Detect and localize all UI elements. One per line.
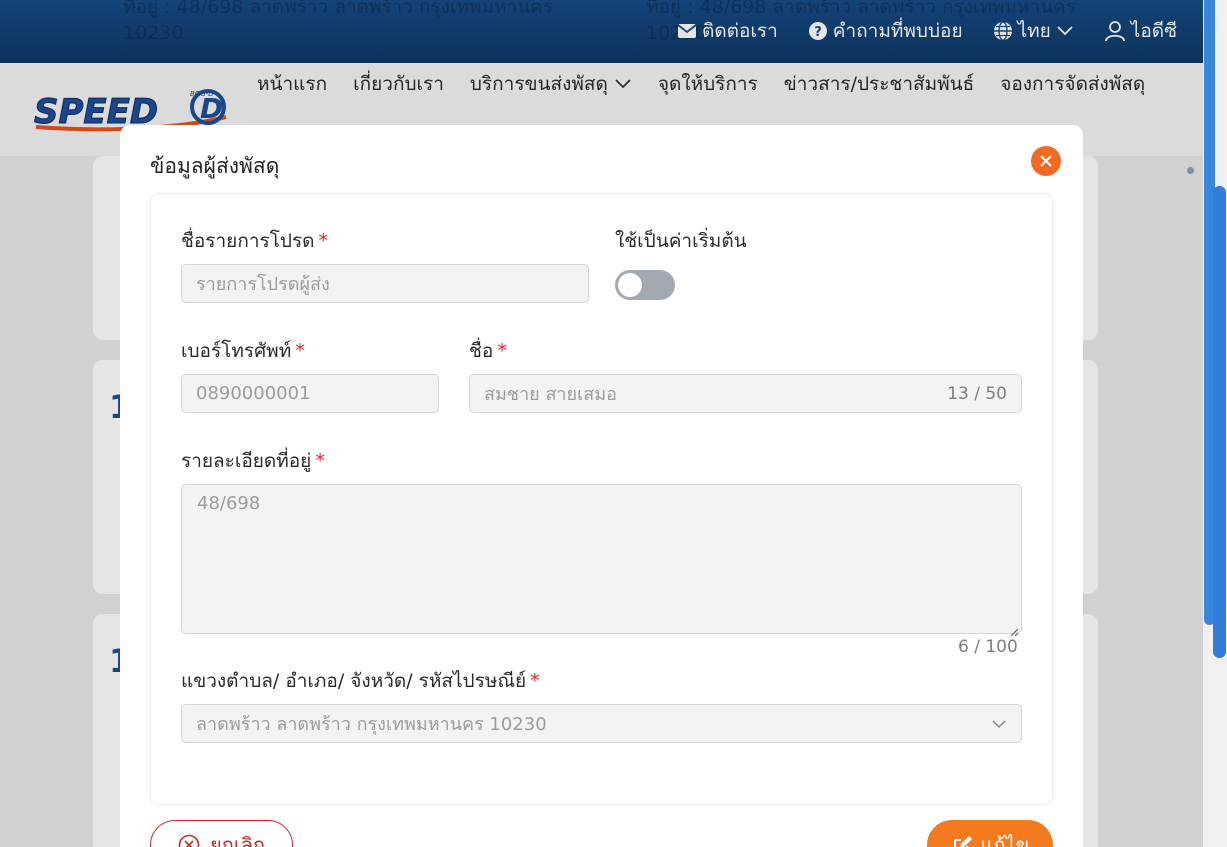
area-select[interactable]: ลาดพร้าว ลาดพร้าว กรุงเทพมหานคร 10230 [181,704,1022,743]
phone-value: 0890000001 [196,383,311,404]
page-scrollbar[interactable] [1203,0,1227,847]
close-icon [1039,154,1053,168]
address-char-counter: 6 / 100 [958,637,1018,657]
cancel-button[interactable]: ยกเลิก [150,820,293,847]
sender-form: ชื่อรายการโปรด * รายการโปรดผู้ส่ง ใช้เป็น… [150,193,1053,805]
address-value: 48/698 [197,493,261,514]
favorite-name-input[interactable]: รายการโปรดผู้ส่ง [181,264,589,303]
required-mark: * [318,230,329,252]
toggle-knob [618,273,642,297]
required-mark: * [497,340,507,362]
name-input[interactable]: สมชาย สายเสมอ 13 / 50 [469,374,1022,413]
chevron-down-icon [991,719,1007,729]
phone-label: เบอร์โทรศัพท์ * [181,336,305,366]
resize-handle-icon[interactable] [1009,621,1019,637]
address-textarea[interactable]: 48/698 [181,484,1022,637]
address-label-text: รายละเอียดที่อยู่ [181,450,312,472]
edit-button[interactable]: แก้ไข [927,820,1053,847]
modal-title: ข้อมูลผู้ส่งพัสดุ [150,154,280,178]
favorite-name-placeholder: รายการโปรดผู้ส่ง [196,274,330,295]
scrollbar-thumb[interactable] [1213,186,1226,658]
name-char-counter: 13 / 50 [947,383,1007,404]
close-circle-icon [178,834,200,847]
edit-label: แก้ไข [980,833,1030,847]
area-value: ลาดพร้าว ลาดพร้าว กรุงเทพมหานคร 10230 [196,714,547,735]
cancel-label: ยกเลิก [209,833,266,847]
name-value: สมชาย สายเสมอ [484,384,617,405]
phone-input[interactable]: 0890000001 [181,374,439,413]
required-mark: * [530,670,540,692]
close-button[interactable] [1031,146,1061,176]
address-label: รายละเอียดที่อยู่ * [181,446,325,476]
area-label: แขวงตำบล/ อำเภอ/ จังหวัด/ รหัสไปรษณีย์ * [181,666,540,696]
favorite-name-label: ชื่อรายการโปรด * [181,226,328,256]
sender-info-modal: ข้อมูลผู้ส่งพัสดุ ชื่อรายการโปรด * รายการ… [120,125,1083,847]
required-mark: * [315,450,325,472]
name-label: ชื่อ * [469,336,507,366]
phone-label-text: เบอร์โทรศัพท์ [181,340,292,362]
default-toggle-label: ใช้เป็นค่าเริ่มต้น [615,230,747,252]
required-mark: * [295,340,305,362]
default-toggle[interactable] [615,270,675,300]
name-label-text: ชื่อ [469,340,494,362]
favorite-name-label-text: ชื่อรายการโปรด [181,230,315,252]
edit-icon [951,834,973,847]
area-label-text: แขวงตำบล/ อำเภอ/ จังหวัด/ รหัสไปรษณีย์ [181,670,527,692]
